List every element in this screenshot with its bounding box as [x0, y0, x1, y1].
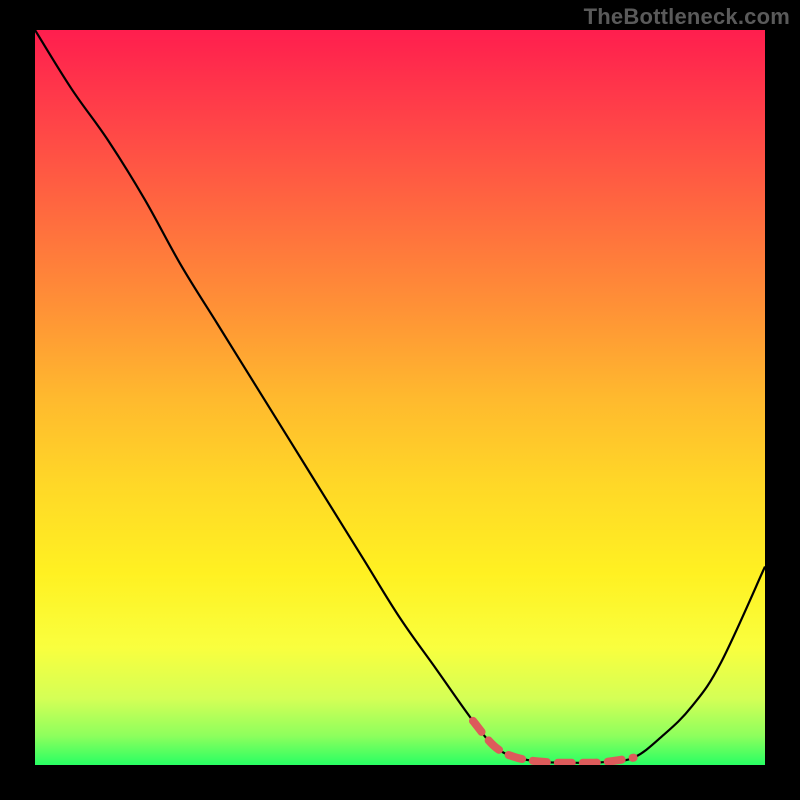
- curve-svg: [35, 30, 765, 765]
- plot-area: [35, 30, 765, 765]
- optimal-range-dash: [473, 721, 634, 763]
- chart-container: TheBottleneck.com: [0, 0, 800, 800]
- watermark-text: TheBottleneck.com: [584, 4, 790, 30]
- bottleneck-curve-line: [35, 30, 765, 763]
